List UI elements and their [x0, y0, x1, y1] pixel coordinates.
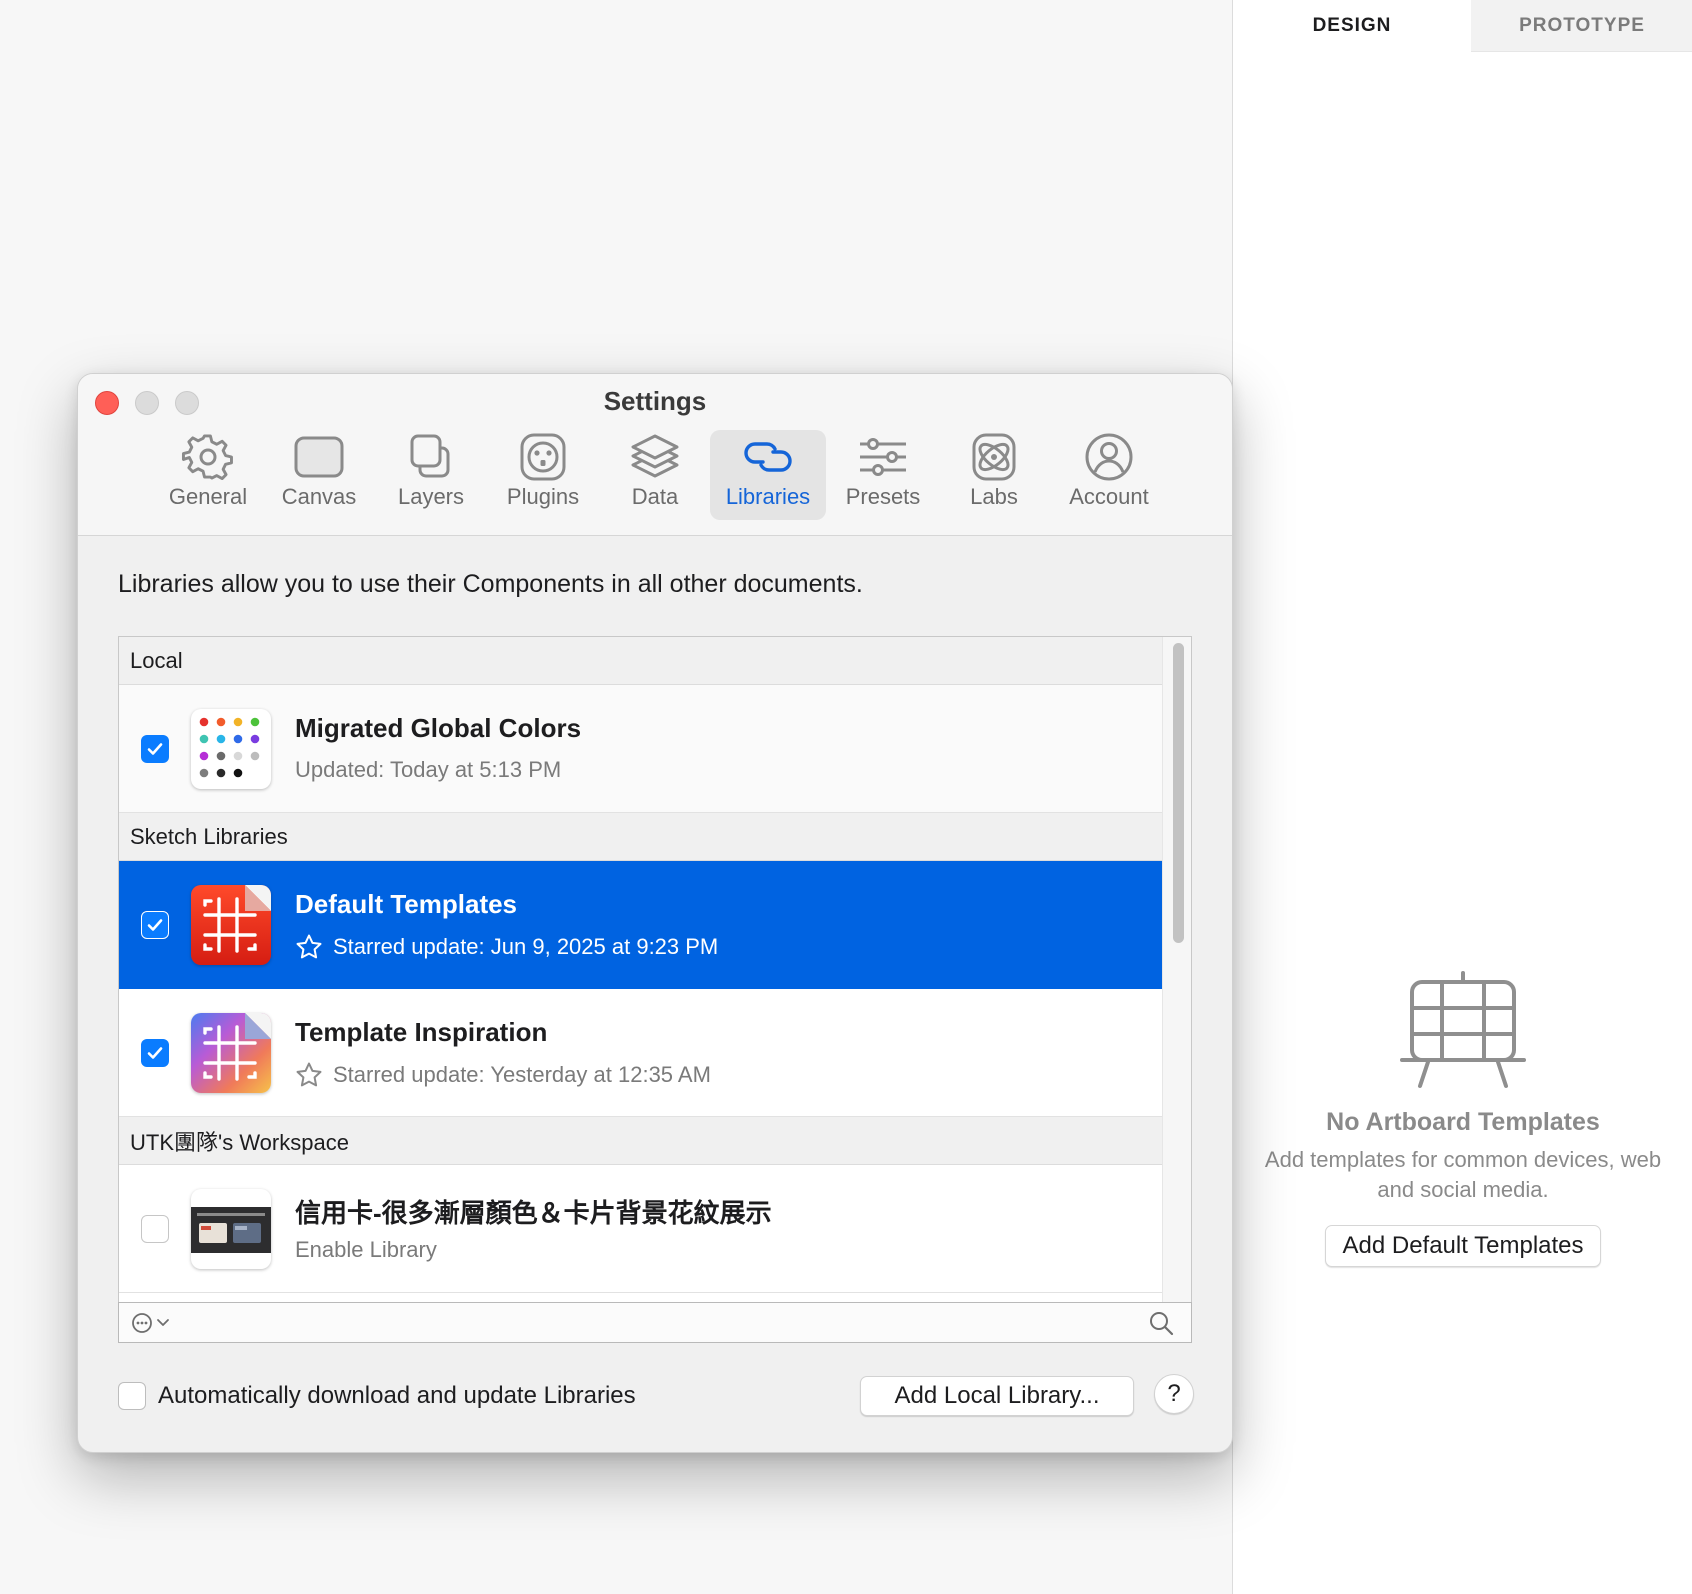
library-status-text: Starred update: Yesterday at 12:35 AM — [333, 1062, 711, 1087]
library-enabled-checkbox[interactable] — [141, 1215, 169, 1243]
inspector-panel: DESIGN PROTOTYPE No Artboard Templates A… — [1232, 0, 1692, 1594]
inspector-tabs: DESIGN PROTOTYPE — [1233, 0, 1692, 52]
library-status: Starred update: Jun 9, 2025 at 9:23 PM — [295, 933, 718, 961]
star-icon — [296, 934, 322, 959]
color-dots-icon — [199, 717, 260, 778]
stack-icon — [631, 434, 679, 478]
library-row-selected[interactable]: Default Templates Starred update: Jun 9,… — [119, 861, 1162, 989]
auto-update-option[interactable]: Automatically download and update Librar… — [118, 1381, 636, 1411]
tab-label: Layers — [397, 484, 465, 509]
library-status: Enable Library — [295, 1237, 437, 1262]
tab-plugins[interactable]: Plugins — [491, 430, 595, 520]
library-name: Default Templates — [295, 889, 518, 919]
more-options-icon[interactable] — [130, 1310, 178, 1336]
section-header-workspace: UTK團隊's Workspace — [119, 1117, 1162, 1165]
account-icon — [1085, 433, 1133, 481]
checkmark-icon — [147, 743, 163, 755]
tab-label: Plugins — [506, 484, 580, 509]
gear-icon — [181, 434, 233, 481]
libraries-pane: Libraries allow you to use their Compone… — [78, 536, 1232, 1452]
auto-update-checkbox[interactable] — [118, 1382, 146, 1410]
easel-icon — [1400, 971, 1526, 1088]
link-icon — [744, 442, 792, 472]
library-enabled-checkbox[interactable] — [141, 911, 169, 939]
tab-layers[interactable]: Layers — [381, 430, 481, 520]
tab-label: General — [168, 484, 248, 509]
help-button[interactable]: ? — [1154, 1374, 1194, 1414]
empty-title: No Artboard Templates — [1326, 1108, 1600, 1136]
section-header-sketch-libraries: Sketch Libraries — [119, 813, 1162, 861]
canvas-icon — [294, 436, 344, 478]
library-status-text: Starred update: Jun 9, 2025 at 9:23 PM — [333, 934, 719, 959]
checkmark-icon — [147, 1047, 163, 1059]
tab-prototype[interactable]: PROTOTYPE — [1471, 0, 1692, 52]
library-row[interactable]: Template Inspiration Starred update: Yes… — [119, 989, 1162, 1117]
library-row[interactable]: 信用卡-很多漸層顏色＆卡片背景花紋展示 Enable Library — [119, 1165, 1162, 1293]
library-search-input[interactable] — [183, 1307, 1103, 1339]
tab-canvas[interactable]: Canvas — [269, 430, 369, 520]
library-status: Starred update: Yesterday at 12:35 AM — [295, 1061, 711, 1089]
add-default-templates-button[interactable]: Add Default Templates — [1325, 1225, 1601, 1267]
library-status: Updated: Today at 5:13 PM — [295, 757, 562, 782]
window-title: Settings — [603, 386, 707, 416]
scrollbar-thumb[interactable] — [1173, 643, 1184, 943]
tab-data[interactable]: Data — [605, 430, 705, 520]
template-library-thumbnail — [191, 1013, 271, 1093]
settings-window: Settings General Canvas Layers Plugins D… — [77, 373, 1233, 1453]
template-library-thumbnail — [191, 885, 271, 965]
library-name: 信用卡-很多漸層顏色＆卡片背景花紋展示 — [295, 1198, 772, 1228]
card-preview-icon — [191, 1207, 271, 1253]
workspace-library-thumbnail — [191, 1189, 271, 1269]
tab-design[interactable]: DESIGN — [1233, 0, 1471, 52]
list-scrollbar[interactable] — [1162, 637, 1191, 1314]
library-name: Template Inspiration — [295, 1017, 548, 1047]
add-local-library-button[interactable]: Add Local Library... — [860, 1376, 1134, 1416]
color-palette-thumbnail — [191, 709, 271, 789]
auto-update-label: Automatically download and update Librar… — [158, 1382, 636, 1409]
libraries-description: Libraries allow you to use their Compone… — [118, 570, 863, 598]
star-icon — [296, 1062, 322, 1087]
tab-libraries[interactable]: Libraries — [710, 430, 826, 520]
empty-description: Add templates for common devices, web an… — [1264, 1147, 1662, 1202]
section-header-local: Local — [119, 637, 1162, 685]
tab-label: Presets — [845, 484, 921, 509]
tab-labs[interactable]: Labs — [944, 430, 1044, 520]
tab-label: Account — [1069, 484, 1149, 509]
library-row[interactable]: Migrated Global Colors Updated: Today at… — [119, 685, 1162, 813]
library-list-scroll: Local Migrated Global Colors Updated: To… — [119, 637, 1162, 1314]
tab-label: Data — [631, 484, 679, 509]
library-list: Local Migrated Global Colors Updated: To… — [118, 636, 1192, 1315]
tab-label: Labs — [970, 484, 1018, 509]
grid-document-icon — [191, 885, 271, 965]
library-filter-bar — [118, 1302, 1192, 1343]
library-name: Migrated Global Colors — [295, 713, 582, 743]
atom-icon — [972, 433, 1016, 481]
tab-account[interactable]: Account — [1054, 430, 1164, 520]
tab-label: Libraries — [725, 484, 811, 509]
library-enabled-checkbox[interactable] — [141, 1039, 169, 1067]
tab-general[interactable]: General — [158, 430, 258, 520]
search-icon[interactable] — [1147, 1309, 1175, 1337]
sliders-icon — [860, 438, 906, 476]
plugin-icon — [520, 433, 566, 481]
settings-toolbar: Settings General Canvas Layers Plugins D… — [78, 374, 1232, 536]
layers-icon — [410, 434, 450, 478]
empty-state: No Artboard Templates Add templates for … — [1233, 970, 1692, 1267]
grid-document-icon — [191, 1013, 271, 1093]
library-enabled-checkbox[interactable] — [141, 735, 169, 763]
checkmark-icon — [147, 919, 163, 931]
tab-label: Canvas — [281, 484, 357, 509]
tab-presets[interactable]: Presets — [833, 430, 933, 520]
